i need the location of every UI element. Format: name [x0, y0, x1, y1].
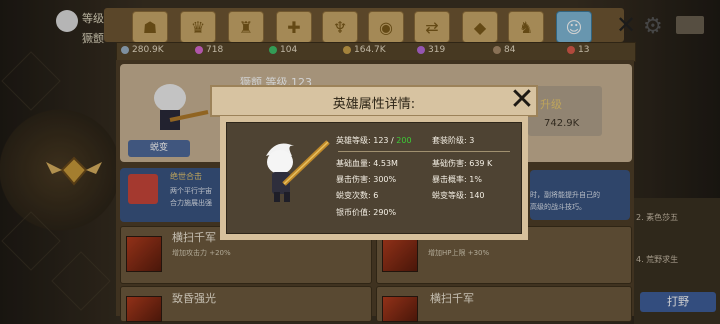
- crit-damage-stat: 暴击伤害: 300%: [336, 175, 397, 184]
- base-hp-stat: 基础血量: 4.53M: [336, 159, 398, 168]
- transform-level-stat: 蜕变等级: 140: [432, 191, 485, 200]
- hero-level-label: 英雄等级: 123 /: [336, 136, 397, 145]
- stats-divider: [338, 151, 510, 152]
- coin-value-stat: 银币价值: 290%: [336, 208, 397, 217]
- hero-illustration: [266, 140, 330, 202]
- crit-rate-stat: 暴击概率: 1%: [432, 175, 482, 184]
- dialog-title: 英雄属性详情:: [332, 97, 416, 112]
- transform-count-stat: 蜕变次数: 6: [336, 191, 379, 200]
- close-icon[interactable]: ✕: [508, 85, 536, 115]
- set-level-stat: 套装阶级: 3: [432, 136, 475, 145]
- hero-level-max: 200: [396, 136, 412, 145]
- hero-level-stat: 英雄等级: 123 / 200: [336, 135, 412, 146]
- base-damage-stat: 基础伤害: 639 K: [432, 159, 493, 168]
